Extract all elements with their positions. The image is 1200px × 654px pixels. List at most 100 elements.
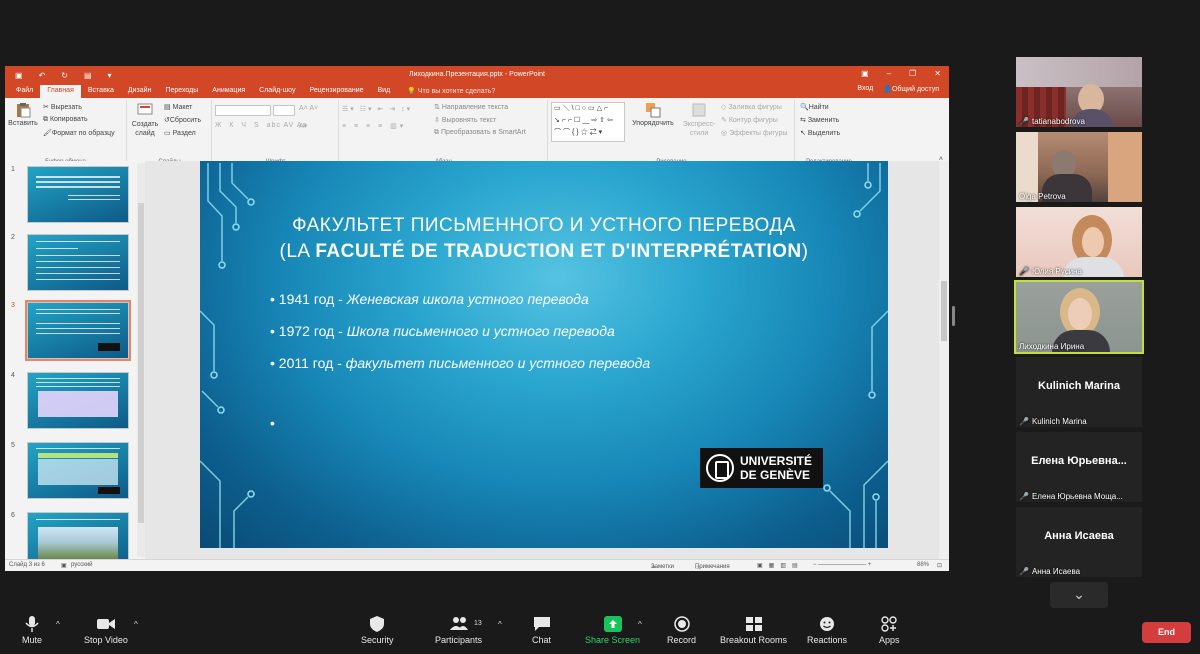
slide-scrollbar[interactable] xyxy=(939,161,949,559)
format-painter-button[interactable]: 🖌Формат по образцу xyxy=(43,129,115,137)
university-of-geneva-logo: UNIVERSITÉ DE GENÈVE xyxy=(700,448,823,488)
slide-title: ФАКУЛЬТЕТ ПИСЬМЕННОГО И УСТНОГО ПЕРЕВОДА… xyxy=(200,213,888,265)
reset-button[interactable]: ↺Сбросить xyxy=(164,116,201,124)
splitter-handle[interactable] xyxy=(952,306,955,326)
chat-button[interactable]: Chat xyxy=(532,616,551,645)
shield-icon xyxy=(370,616,385,632)
ribbon-display-icon[interactable]: ▣ xyxy=(861,69,869,78)
minimize-icon[interactable]: – xyxy=(887,69,891,78)
reactions-button[interactable]: Reactions xyxy=(807,616,847,645)
new-slide-button[interactable]: Создать слайд xyxy=(129,102,161,138)
tab-review[interactable]: Рецензирование xyxy=(302,85,370,98)
zoom-slider[interactable]: − ———————— + xyxy=(813,562,871,568)
breakout-rooms-label: Breakout Rooms xyxy=(720,635,788,645)
shape-outline-button[interactable]: ✎ Контур фигуры xyxy=(721,116,778,124)
close-icon[interactable]: ✕ xyxy=(934,69,941,78)
paste-button[interactable]: Вставить xyxy=(7,102,39,127)
title-paren-open: (LA xyxy=(279,241,316,262)
editing-group: 🔍Найти ⇆ Заменить ↖ Выделить Редактирова… xyxy=(796,100,862,166)
share-button[interactable]: 👤Общий доступ xyxy=(883,85,939,93)
participant-tile[interactable]: Kulinich Marina 🎤 Kulinich Marina xyxy=(1016,357,1142,427)
smartart-button[interactable]: ⧉ Преобразовать в SmartArt xyxy=(434,129,526,137)
grow-font-icon[interactable]: A˄ A˅ xyxy=(299,105,318,112)
participant-tile[interactable]: 🎤 tatianabodrova xyxy=(1016,57,1142,127)
share-options-caret[interactable]: ^ xyxy=(638,620,642,629)
find-button[interactable]: 🔍Найти xyxy=(800,103,829,111)
tell-me-input[interactable]: 💡 Что вы хотите сделать? xyxy=(397,86,495,98)
section-button[interactable]: ▭ Раздел xyxy=(164,129,196,137)
apps-button[interactable]: Apps xyxy=(879,616,900,645)
spellcheck-icon[interactable]: ▣ xyxy=(61,562,67,569)
quick-styles-button[interactable]: Экспресс-стили xyxy=(679,102,719,138)
participants-options-caret[interactable]: ^ xyxy=(498,620,502,629)
video-options-caret[interactable]: ^ xyxy=(134,620,138,629)
meeting-controls: Mute ^ Stop Video ^ Security Participant… xyxy=(0,608,1200,654)
outline-icon: ✎ xyxy=(721,117,729,124)
participant-tile[interactable]: Елена Юрьевна... 🎤 Елена Юрьевна Моща... xyxy=(1016,432,1142,502)
tab-animations[interactable]: Анимация xyxy=(205,85,252,98)
logo-line1: UNIVERSITÉ xyxy=(740,454,813,468)
participant-display-name: Kulinich Marina xyxy=(1038,380,1120,392)
bullet-year: 1972 год - xyxy=(278,323,347,339)
mute-button[interactable]: Mute xyxy=(22,616,42,645)
bullet-year: 2011 год - xyxy=(278,355,346,371)
effects-icon: ◎ xyxy=(721,130,730,137)
chevron-down-icon[interactable]: ⌄ xyxy=(1050,582,1108,608)
shapes-gallery[interactable]: ▭＼\□○▭△⌐ ↘⌐⌐☐⎽⇨⇧⇦ ⌒⌒{}☆⇄▾ xyxy=(551,102,625,142)
shape-fill-button[interactable]: ◇ Заливка фигуры xyxy=(721,103,782,111)
layout-button[interactable]: ▤ Макет xyxy=(164,103,192,111)
participant-name-text: Анна Исаева xyxy=(1031,567,1081,576)
alignment-buttons[interactable]: ≡ ≡ ≡ ≡ ▥▾ xyxy=(342,122,406,130)
sign-in-link[interactable]: Вход xyxy=(857,85,873,93)
view-buttons[interactable]: ▣▦▥▤ xyxy=(757,562,804,569)
participant-tile-active-speaker[interactable]: Лиходкина Ирина xyxy=(1014,280,1144,354)
stop-video-label: Stop Video xyxy=(84,635,128,645)
tab-slideshow[interactable]: Слайд-шоу xyxy=(252,85,302,98)
restore-icon[interactable]: ❐ xyxy=(909,69,916,78)
tab-insert[interactable]: Вставка xyxy=(81,85,121,98)
tab-home[interactable]: Главная xyxy=(40,85,81,98)
thumbnails-scrollbar[interactable] xyxy=(137,163,145,557)
text-direction-button[interactable]: ⇅ Направление текста xyxy=(434,103,508,111)
language-indicator[interactable]: русский xyxy=(71,562,93,568)
font-color-icon[interactable]: A▾ xyxy=(299,122,307,130)
share-screen-button[interactable]: Share Screen xyxy=(585,616,640,645)
tab-file[interactable]: Файл xyxy=(9,85,40,98)
record-button[interactable]: Record xyxy=(667,616,696,645)
muted-mic-icon: 🎤 xyxy=(1019,492,1029,501)
zoom-level[interactable]: 88% xyxy=(917,562,929,568)
chat-bubble-icon xyxy=(533,617,550,631)
font-group: A˄ A˅ Ж К Ч S abc AV Aa A▾ Шрифт xyxy=(213,100,339,166)
list-buttons[interactable]: ☰▾ ☷▾ ⇤ ⇥ ↕▾ xyxy=(342,105,412,113)
muted-mic-icon: 🎤 xyxy=(1019,417,1029,426)
security-button[interactable]: Security xyxy=(361,616,394,645)
breakout-rooms-button[interactable]: Breakout Rooms xyxy=(720,616,787,645)
participant-tile[interactable]: Анна Исаева 🎤 Анна Исаева xyxy=(1016,507,1142,577)
thumbnail-number: 2 xyxy=(11,234,15,241)
thumbnail-image xyxy=(27,372,129,429)
select-button[interactable]: ↖ Выделить xyxy=(800,129,840,137)
shape-effects-button[interactable]: ◎ Эффекты фигуры xyxy=(721,129,787,137)
end-meeting-button[interactable]: End xyxy=(1142,622,1191,643)
section-icon: ▭ xyxy=(164,130,173,137)
audio-options-caret[interactable]: ^ xyxy=(56,620,60,629)
font-size-input[interactable] xyxy=(273,105,295,116)
font-name-input[interactable] xyxy=(215,105,271,116)
copy-button[interactable]: ⧉ Копировать xyxy=(43,116,88,124)
tab-design[interactable]: Дизайн xyxy=(121,85,159,98)
slides-group: Создать слайд ▤ Макет ↺Сбросить ▭ Раздел… xyxy=(128,100,212,166)
tab-transitions[interactable]: Переходы xyxy=(158,85,205,98)
replace-button[interactable]: ⇆ Заменить xyxy=(800,116,839,124)
bullet-item-empty: • xyxy=(270,415,275,431)
current-slide[interactable]: ФАКУЛЬТЕТ ПИСЬМЕННОГО И УСТНОГО ПЕРЕВОДА… xyxy=(200,161,888,548)
fit-slide-icon[interactable]: ⊡ xyxy=(937,562,942,569)
participant-tile[interactable]: Olga Petrova xyxy=(1016,132,1142,202)
arrange-button[interactable]: Упорядочить xyxy=(631,102,675,127)
bullet-text: Женевская школа устного перевода xyxy=(346,291,589,307)
align-text-button[interactable]: ⇳ Выровнять текст xyxy=(434,116,496,124)
participant-tile[interactable]: 🎤 Юлия Русина xyxy=(1016,207,1142,277)
stop-video-button[interactable]: Stop Video xyxy=(84,616,128,645)
tab-view[interactable]: Вид xyxy=(371,85,398,98)
cut-button[interactable]: ✂ Вырезать xyxy=(43,103,82,111)
font-style-buttons[interactable]: Ж К Ч S abc AV Aa xyxy=(215,122,307,129)
